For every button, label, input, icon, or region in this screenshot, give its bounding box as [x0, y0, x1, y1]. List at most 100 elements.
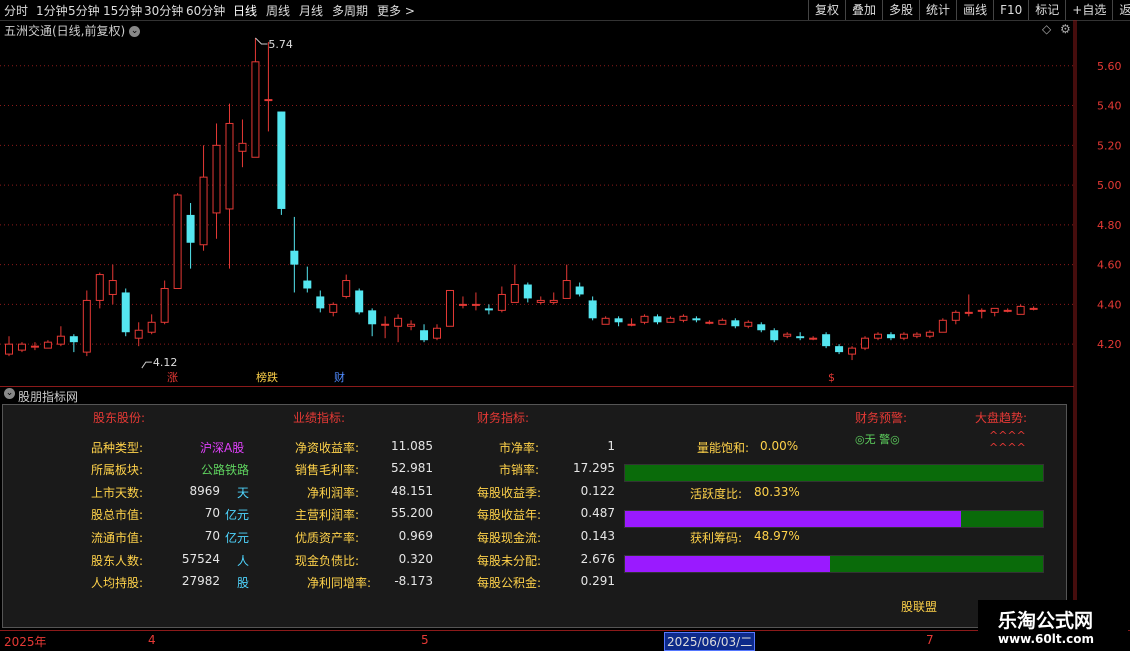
stats-button[interactable]: 统计: [919, 0, 956, 20]
candle-body: [1003, 309, 1012, 312]
period-weekly[interactable]: 周线: [266, 2, 290, 19]
gauge-value: 80.33%: [754, 485, 800, 499]
gauge-label: 获利筹码:: [690, 531, 743, 545]
candle-body: [1029, 307, 1038, 310]
field-unit: 亿元: [225, 531, 250, 545]
f10-button[interactable]: F10: [993, 0, 1028, 20]
gauge-bar-profit: [624, 555, 1044, 573]
candle-body: [394, 317, 403, 327]
field-value: 0.122: [580, 484, 615, 498]
candle-body: [640, 315, 649, 323]
y-tick-label: 5.20: [1097, 139, 1122, 152]
field-value: 48.151: [391, 484, 433, 498]
field-label: 所属板块:: [91, 463, 144, 477]
multi-stock-button[interactable]: 多股: [882, 0, 919, 20]
chart-marker: 涨: [167, 371, 178, 384]
field-value: 55.200: [391, 506, 433, 520]
candle-body: [601, 317, 610, 325]
date-label-month: 4: [148, 633, 156, 647]
candle-body: [199, 176, 208, 246]
field-value: 0.320: [398, 552, 433, 566]
cursor-date: 2025/06/03/二: [664, 632, 756, 651]
gauge-value: 48.97%: [754, 529, 800, 543]
back-button[interactable]: 返回: [1112, 0, 1130, 20]
y-tick-label: 5.00: [1097, 179, 1122, 192]
candle-body: [108, 280, 117, 295]
candle-body: [277, 111, 286, 209]
candle-body: [186, 214, 195, 243]
draw-button[interactable]: 画线: [956, 0, 993, 20]
add-watchlist-button[interactable]: +自选: [1065, 0, 1112, 20]
watermark-name: 乐淘公式网: [998, 610, 1094, 632]
section-shareholder: 股东股份:: [93, 411, 146, 425]
candle-body: [303, 280, 312, 289]
candle-body: [770, 330, 779, 341]
y-tick-label: 4.20: [1097, 338, 1122, 351]
period-5min[interactable]: 5分钟: [68, 2, 100, 19]
gauge-bar-volume: [624, 464, 1044, 482]
mark-button[interactable]: 标记: [1028, 0, 1065, 20]
candle-body: [212, 144, 221, 214]
period-minute[interactable]: 分时: [4, 2, 28, 19]
candle-body: [990, 307, 999, 313]
field-label: 每股收益季:: [477, 486, 542, 500]
chart-marker: 财: [334, 370, 345, 384]
max-label: 5.74: [268, 38, 293, 51]
period-60min[interactable]: 60分钟: [186, 2, 225, 19]
candle-body: [30, 345, 39, 348]
candlestick-chart[interactable]: 4.20 4.40 4.60 4.80 5.00 5.20 5.40 5.60 5.74 4.12…: [0, 20, 1130, 386]
gauge-fill: [625, 511, 961, 527]
candle-body: [536, 299, 545, 303]
period-daily[interactable]: 日线: [233, 2, 257, 19]
candle-body: [744, 321, 753, 327]
candle-body: [627, 323, 636, 326]
field-label: 每股未分配:: [477, 554, 542, 568]
field-value: 0.969: [398, 529, 433, 543]
period-multi[interactable]: 多周期: [332, 2, 368, 19]
field-label: 市销率:: [499, 463, 540, 477]
date-label-month: 5: [421, 633, 429, 647]
overlay-button[interactable]: 叠加: [845, 0, 882, 20]
candle-body: [757, 324, 766, 331]
section-financial: 财务指标:: [477, 411, 530, 425]
field-value: -8.173: [394, 574, 433, 588]
period-1min[interactable]: 1分钟: [36, 2, 68, 19]
field-value: 0.487: [580, 506, 615, 520]
candle-body: [705, 321, 714, 324]
period-30min[interactable]: 30分钟: [144, 2, 183, 19]
watermark: 乐淘公式网 www.60lt.com: [978, 600, 1128, 650]
candle-body: [809, 337, 818, 340]
field-unit: 人: [237, 554, 250, 568]
candle-body: [899, 333, 908, 339]
candle-body: [17, 343, 26, 351]
fuquan-button[interactable]: 复权: [808, 0, 845, 20]
field-unit: 天: [237, 486, 250, 500]
candle-body: [588, 300, 597, 319]
field-value: 8969: [189, 484, 220, 498]
candle-body: [692, 318, 701, 321]
field-value: 27982: [181, 574, 220, 588]
candle-body: [925, 331, 934, 337]
candle-body: [290, 250, 299, 265]
candle-body: [5, 343, 13, 355]
candle-body: [510, 284, 519, 303]
candle-body: [134, 329, 143, 339]
candle-body: [653, 316, 662, 323]
candle-body: [523, 284, 532, 299]
field-label: 市净率:: [499, 441, 540, 455]
field-value: 0.291: [580, 574, 615, 588]
candle-body: [731, 320, 740, 327]
field-label: 股东人数:: [91, 554, 144, 568]
period-more[interactable]: 更多 >: [377, 2, 415, 19]
candle-body: [822, 334, 831, 347]
candle-body: [458, 303, 467, 306]
candle-body: [666, 317, 675, 323]
period-monthly[interactable]: 月线: [299, 2, 323, 19]
period-15min[interactable]: 15分钟: [103, 2, 142, 19]
candle-body: [835, 346, 844, 353]
diamond-icon: ◇: [1042, 22, 1052, 36]
y-tick-label: 4.40: [1097, 298, 1122, 311]
gauge-bar-activity: [624, 510, 1044, 528]
field-label: 净利润率:: [307, 486, 360, 500]
field-value: 70: [204, 529, 220, 543]
